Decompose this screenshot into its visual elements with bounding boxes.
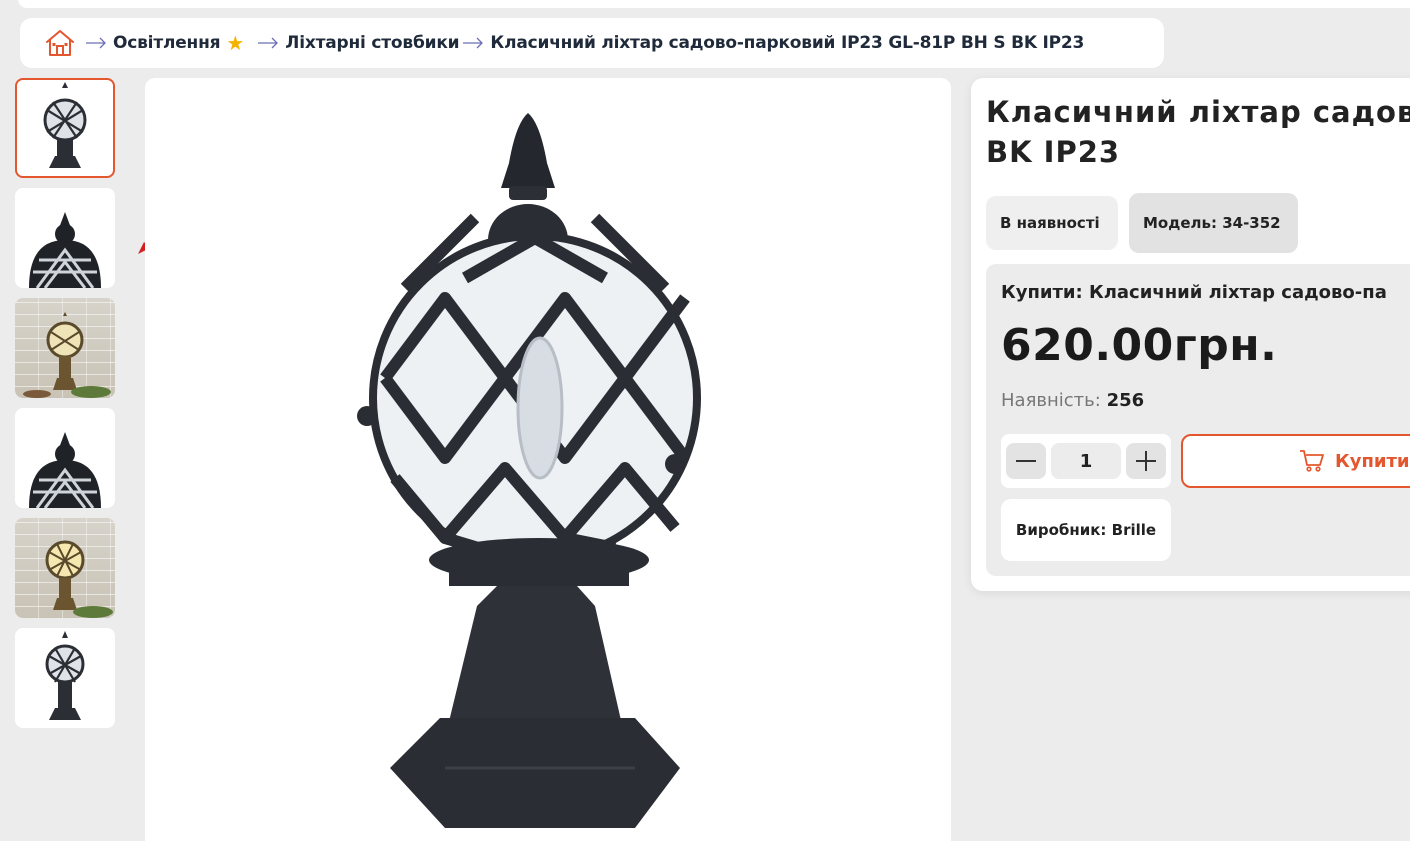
header-bar <box>18 0 1410 8</box>
model-badge: Модель: 34-352 <box>1129 193 1298 253</box>
quantity-input[interactable]: 1 <box>1051 443 1121 479</box>
thumbnail-lamp-on-brick-wall[interactable] <box>15 298 115 398</box>
quantity-stepper: 1 <box>1001 434 1171 488</box>
quantity-increase-button[interactable] <box>1126 443 1166 479</box>
availability-value: 256 <box>1106 390 1145 411</box>
quantity-decrease-button[interactable] <box>1006 443 1046 479</box>
product-title-line-2: BK IP23 <box>986 135 1121 169</box>
stock-status-badge: В наявності <box>986 196 1118 250</box>
minus-icon <box>1016 460 1036 462</box>
product-title: Класичний ліхтар садово- BK IP23 <box>986 92 1410 172</box>
thumbnail-lamp-top-closeup[interactable] <box>15 188 115 288</box>
product-info-panel: Класичний ліхтар садово- BK IP23 В наявн… <box>971 78 1410 591</box>
purchase-heading: Купити: Класичний ліхтар садово-па <box>1001 282 1387 303</box>
product-main-image[interactable] <box>145 78 951 841</box>
cart-icon <box>1300 450 1324 472</box>
arrow-right-icon <box>84 36 108 50</box>
thumbnail-lamp-front[interactable] <box>15 78 115 178</box>
manufacturer-badge[interactable]: Виробник: Brille <box>1001 499 1171 561</box>
product-price: 620.00грн. <box>1001 320 1278 371</box>
breadcrumb-item-lighting[interactable]: Освітлення <box>113 33 221 53</box>
thumbnail-lamp-front[interactable] <box>15 628 115 728</box>
breadcrumb-item-lamp-posts[interactable]: Ліхтарні стовбики <box>285 33 459 53</box>
home-icon[interactable] <box>44 27 76 59</box>
buy-button-label: Купити <box>1335 450 1410 472</box>
breadcrumb-item-current: Класичний ліхтар садово-парковий IP23 GL… <box>490 33 1085 53</box>
buy-button[interactable]: Купити <box>1181 434 1410 488</box>
star-icon: ★ <box>226 31 245 55</box>
thumbnail-lamp-lit-brick-wall[interactable] <box>15 518 115 618</box>
thumbnail-gallery <box>15 78 115 738</box>
availability: Наявність: 256 <box>1001 390 1144 411</box>
availability-label: Наявність: <box>1001 390 1101 411</box>
product-title-line-1: Класичний ліхтар садово- <box>986 95 1410 129</box>
purchase-box: Купити: Класичний ліхтар садово-па 620.0… <box>986 264 1410 576</box>
plus-icon <box>1136 451 1156 471</box>
arrow-right-icon <box>256 36 280 50</box>
breadcrumb: Освітлення ★ Ліхтарні стовбики Класичний… <box>20 18 1164 68</box>
arrow-right-icon <box>461 36 485 50</box>
thumbnail-lamp-top-closeup[interactable] <box>15 408 115 508</box>
